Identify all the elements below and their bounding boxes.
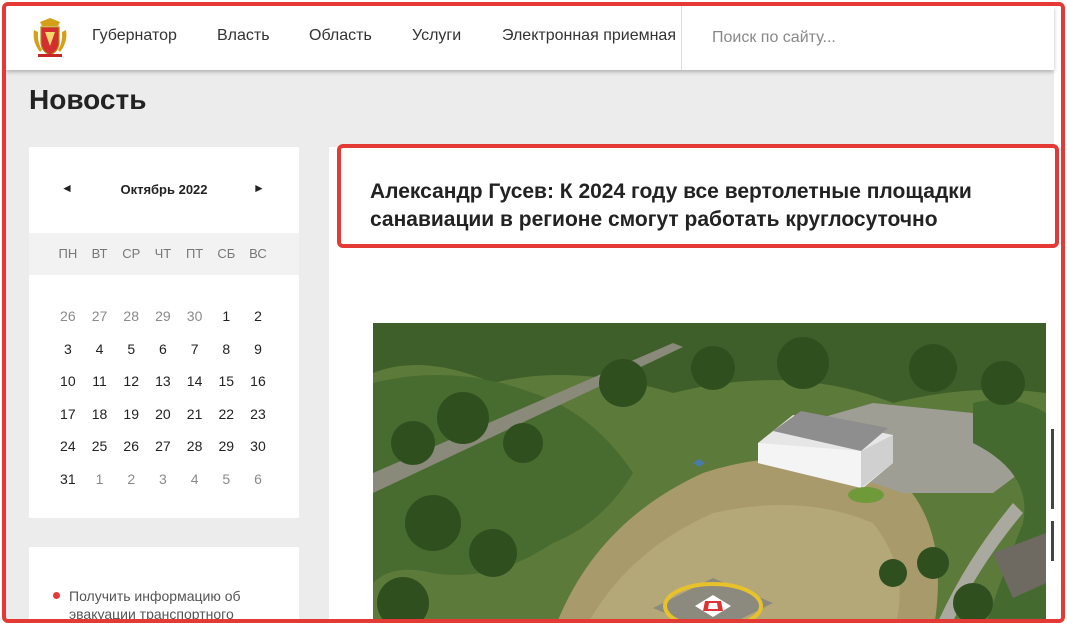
headline-line-1: Александр Гусев: К 2024 году все вертоле…: [370, 180, 972, 203]
calendar-day[interactable]: 22: [210, 406, 242, 422]
calendar-day[interactable]: 30: [179, 308, 211, 324]
weekday-mon: ПН: [58, 246, 78, 261]
calendar-day[interactable]: 23: [242, 406, 274, 422]
calendar-day[interactable]: 29: [210, 438, 242, 454]
scrollbar-thumb[interactable]: [1051, 429, 1054, 509]
calendar-day[interactable]: 13: [147, 373, 179, 389]
calendar-widget: ◄ Октябрь 2022 ► ПН ВТ СР ЧТ ПТ СБ ВС 26…: [29, 147, 299, 518]
calendar-day[interactable]: 2: [242, 308, 274, 324]
calendar-day[interactable]: 4: [179, 471, 211, 487]
calendar-day[interactable]: 8: [210, 341, 242, 357]
calendar-day[interactable]: 6: [147, 341, 179, 357]
weekday-fri: ПТ: [185, 246, 204, 261]
weekday-sun: ВС: [249, 246, 267, 261]
weekday-sat: СБ: [217, 246, 236, 261]
calendar-week: 24 25 26 27 28 29 30: [52, 430, 274, 463]
page-title: Новость: [29, 84, 147, 115]
calendar-day[interactable]: 7: [179, 341, 211, 357]
calendar-day[interactable]: 4: [84, 341, 116, 357]
calendar-day[interactable]: 3: [147, 471, 179, 487]
calendar-week: 3 4 5 6 7 8 9: [52, 333, 274, 366]
nav-services[interactable]: Услуги: [412, 27, 461, 45]
calendar-day[interactable]: 27: [147, 438, 179, 454]
calendar-day[interactable]: 1: [210, 308, 242, 324]
calendar-day[interactable]: 3: [52, 341, 84, 357]
calendar-day[interactable]: 16: [242, 373, 274, 389]
calendar-week: 10 11 12 13 14 15 16: [52, 365, 274, 398]
sidebar-info-box: Получить информацию об эвакуации транспо…: [29, 547, 299, 619]
header-divider: [681, 6, 682, 70]
helipad-aerial-photo[interactable]: [373, 323, 1046, 619]
calendar-week: 26 27 28 29 30 1 2: [52, 300, 274, 333]
calendar-day[interactable]: 28: [179, 438, 211, 454]
calendar-day[interactable]: 10: [52, 373, 84, 389]
calendar-day[interactable]: 6: [242, 471, 274, 487]
calendar-day[interactable]: 28: [115, 308, 147, 324]
evacuation-info-link[interactable]: Получить информацию об эвакуации транспо…: [69, 587, 279, 619]
article-headline: Александр Гусев: К 2024 году все вертоле…: [370, 178, 1061, 234]
calendar-day[interactable]: 11: [84, 373, 116, 389]
search-input[interactable]: [690, 18, 1020, 58]
weekday-tue: ВТ: [91, 246, 108, 261]
weekday-wed: СР: [122, 246, 141, 261]
calendar-day[interactable]: 20: [147, 406, 179, 422]
calendar-day[interactable]: 15: [210, 373, 242, 389]
site-header: Губернатор Власть Область Услуги Электро…: [6, 6, 1054, 70]
nav-governor[interactable]: Губернатор: [92, 27, 177, 45]
calendar-day[interactable]: 12: [115, 373, 147, 389]
calendar-day[interactable]: 25: [84, 438, 116, 454]
calendar-week: 31 1 2 3 4 5 6: [52, 463, 274, 496]
scrollbar-segment[interactable]: [1051, 521, 1054, 561]
nav-region[interactable]: Область: [309, 27, 372, 45]
calendar-weekdays: ПН ВТ СР ЧТ ПТ СБ ВС: [29, 233, 299, 275]
calendar-day[interactable]: 19: [115, 406, 147, 422]
calendar-day[interactable]: 1: [84, 471, 116, 487]
calendar-week: 17 18 19 20 21 22 23: [52, 398, 274, 431]
nav-authority[interactable]: Власть: [217, 27, 270, 45]
calendar-day[interactable]: 18: [84, 406, 116, 422]
calendar-grid: 26 27 28 29 30 1 2 3 4 5 6 7 8 9 10 11 1…: [52, 300, 274, 495]
headline-line-2: санавиации в регионе смогут работать кру…: [370, 208, 938, 231]
calendar-day[interactable]: 17: [52, 406, 84, 422]
nav-e-reception[interactable]: Электронная приемная: [502, 27, 676, 45]
calendar-day[interactable]: 30: [242, 438, 274, 454]
coat-of-arms-icon[interactable]: [28, 16, 72, 60]
right-strip: [1054, 6, 1061, 619]
calendar-day[interactable]: 31: [52, 471, 84, 487]
calendar-next-button[interactable]: ►: [253, 181, 265, 195]
calendar-day[interactable]: 5: [115, 341, 147, 357]
calendar-day[interactable]: 9: [242, 341, 274, 357]
calendar-day[interactable]: 21: [179, 406, 211, 422]
calendar-day[interactable]: 24: [52, 438, 84, 454]
browser-frame: Губернатор Власть Область Услуги Электро…: [2, 2, 1065, 623]
calendar-day[interactable]: 26: [115, 438, 147, 454]
calendar-day[interactable]: 29: [147, 308, 179, 324]
calendar-day[interactable]: 14: [179, 373, 211, 389]
calendar-day[interactable]: 27: [84, 308, 116, 324]
calendar-day[interactable]: 26: [52, 308, 84, 324]
calendar-day[interactable]: 5: [210, 471, 242, 487]
calendar-day[interactable]: 2: [115, 471, 147, 487]
bullet-icon: [53, 592, 60, 599]
weekday-thu: ЧТ: [154, 246, 172, 261]
